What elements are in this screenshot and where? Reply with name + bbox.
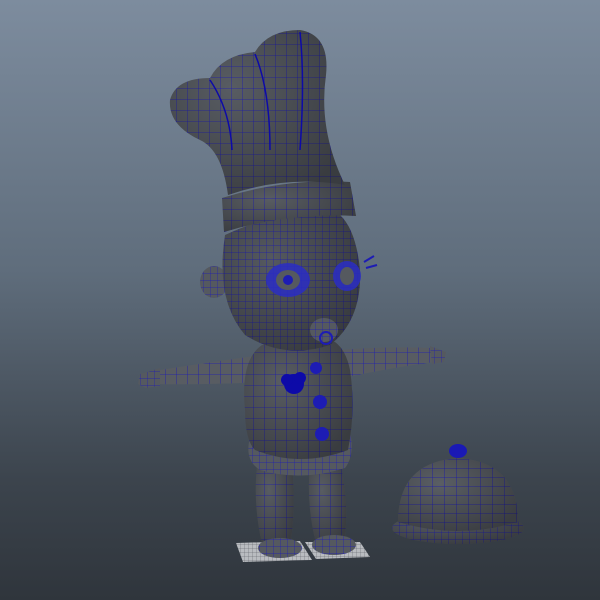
right-shoe: [312, 535, 356, 555]
left-hand: [138, 368, 160, 388]
left-shoe: [258, 538, 302, 558]
pacifier: [310, 318, 338, 342]
right-hand: [430, 346, 446, 364]
food-cloche: [392, 444, 524, 544]
3d-viewport[interactable]: [0, 0, 600, 600]
cloche-handle: [449, 444, 467, 458]
wireframe-scene[interactable]: [0, 0, 600, 600]
chef-hat: [169, 30, 345, 195]
character-head: [200, 212, 378, 351]
